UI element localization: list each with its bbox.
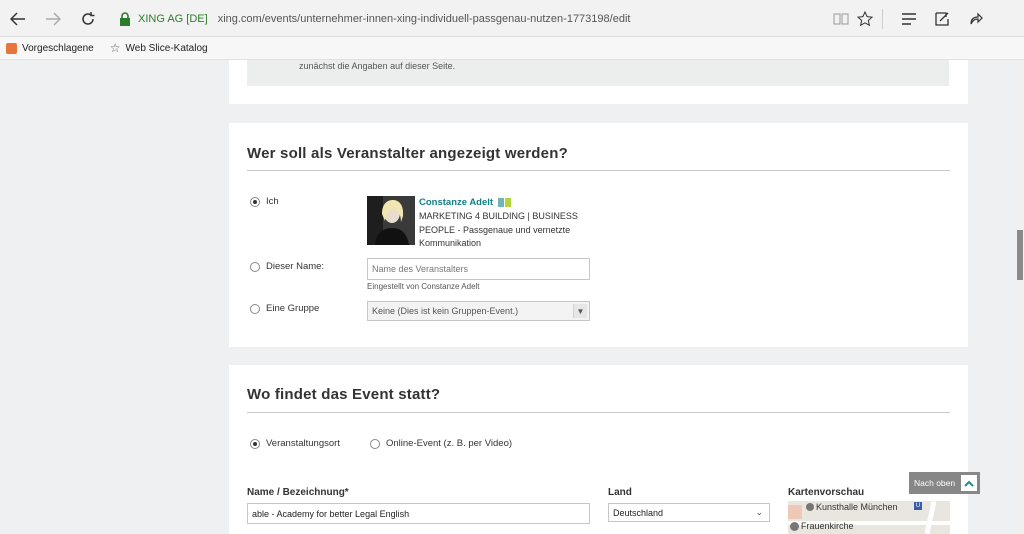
map-place-label: Kunsthalle München: [816, 502, 898, 512]
radio-organizer-name[interactable]: Dieser Name:: [250, 261, 324, 272]
map-label: Kartenvorschau: [788, 487, 865, 498]
refresh-icon[interactable]: [75, 6, 101, 32]
favorite-suggested[interactable]: Vorgeschlagene: [6, 42, 94, 54]
chevron-down-icon: ▼: [573, 304, 587, 318]
favorite-label: Web Slice-Katalog: [125, 42, 208, 54]
radio-button[interactable]: [250, 303, 260, 314]
museum-icon: [806, 503, 814, 511]
address-bar[interactable]: XING AG [DE] xing.com/events/unternehmer…: [118, 5, 878, 33]
divider: [247, 170, 950, 171]
radio-label: Ich: [266, 196, 279, 207]
organizer-name-input[interactable]: Name des Veranstalters: [367, 258, 590, 280]
organizer-heading: Wer soll als Veranstalter angezeigt werd…: [247, 145, 568, 162]
scrollbar-thumb[interactable]: [1017, 230, 1023, 280]
country-label: Land: [608, 487, 632, 498]
scroll-to-top-button[interactable]: Nach oben: [909, 472, 980, 494]
info-note-text: zunächst die Angaben auf dieser Seite.: [299, 61, 456, 71]
share-icon[interactable]: [964, 8, 988, 30]
group-select-value: Keine (Dies ist kein Gruppen-Event.): [372, 306, 519, 316]
radio-button[interactable]: [250, 438, 260, 449]
map-place-label: Frauenkirche: [801, 521, 854, 531]
suggested-sites-icon: [6, 42, 17, 54]
membership-badge-icon: [505, 198, 512, 207]
star-icon: ☆: [109, 41, 121, 55]
favorite-web-slice[interactable]: ☆ Web Slice-Katalog: [110, 41, 208, 55]
favorite-star-icon[interactable]: [853, 8, 877, 30]
site-identity: XING AG [DE]: [138, 13, 208, 25]
person-name[interactable]: Constanze Adelt: [419, 197, 493, 208]
browser-toolbar: XING AG [DE] xing.com/events/unternehmer…: [0, 0, 1024, 37]
membership-badge-icon: [498, 198, 505, 207]
location-card: Wo findet das Event statt? Veranstaltung…: [229, 365, 968, 534]
radio-button[interactable]: [250, 261, 260, 272]
organizer-name-hint: Eingestellt von Constanze Adelt: [367, 282, 480, 291]
page-scrollbar[interactable]: [1014, 60, 1024, 534]
map-block: [788, 505, 802, 519]
organizer-profile-link[interactable]: Constanze Adelt: [419, 197, 512, 208]
lock-icon: [120, 12, 130, 26]
map-street: [924, 501, 937, 534]
radio-button[interactable]: [370, 438, 380, 449]
venue-name-label: Name / Bezeichnung*: [247, 487, 349, 498]
radio-organizer-group[interactable]: Eine Gruppe: [250, 303, 319, 314]
chevron-down-icon: ⌄: [755, 507, 763, 517]
country-select-value: Deutschland: [613, 507, 664, 518]
divider: [247, 412, 950, 413]
map-place: Frauenkirche: [790, 521, 854, 531]
organizer-card: Wer soll als Veranstalter angezeigt werd…: [229, 123, 968, 347]
radio-button[interactable]: [250, 196, 260, 207]
chevron-up-icon: [961, 475, 977, 491]
map-place: Kunsthalle München: [806, 502, 898, 512]
web-note-icon[interactable]: [930, 8, 954, 30]
country-select[interactable]: Deutschland ⌄: [608, 503, 770, 522]
person-description: MARKETING 4 BUILDING | BUSINESS PEOPLE -…: [419, 211, 578, 248]
radio-label: Veranstaltungsort: [266, 438, 340, 449]
forward-arrow-icon[interactable]: [40, 6, 66, 32]
map-preview[interactable]: Kunsthalle München U Frauenkirche: [788, 501, 950, 534]
toolbar-separator: [882, 9, 883, 29]
group-select[interactable]: Keine (Dies ist kein Gruppen-Event.) ▼: [367, 301, 590, 321]
favorites-bar: Vorgeschlagene ☆ Web Slice-Katalog: [0, 37, 1024, 60]
reading-view-icon[interactable]: [829, 8, 853, 30]
radio-online[interactable]: Online-Event (z. B. per Video): [370, 438, 512, 449]
url-text[interactable]: xing.com/events/unternehmer-innen-xing-i…: [218, 13, 631, 25]
hub-icon[interactable]: [897, 8, 921, 30]
info-note: zunächst die Angaben auf dieser Seite.: [247, 60, 949, 86]
subway-icon: U: [914, 502, 922, 510]
favorite-label: Vorgeschlagene: [22, 42, 94, 54]
location-heading: Wo findet das Event statt?: [247, 386, 441, 403]
venue-name-input[interactable]: able - Academy for better Legal English: [247, 503, 590, 524]
radio-organizer-me[interactable]: Ich: [250, 196, 279, 207]
radio-label: Online-Event (z. B. per Video): [386, 438, 513, 449]
radio-venue[interactable]: Veranstaltungsort: [250, 438, 340, 449]
info-card: zunächst die Angaben auf dieser Seite.: [229, 60, 968, 104]
church-icon: [790, 521, 799, 531]
radio-label: Dieser Name:: [266, 261, 325, 272]
avatar[interactable]: [367, 196, 415, 245]
back-arrow-icon[interactable]: [5, 6, 31, 32]
scroll-to-top-label: Nach oben: [914, 478, 956, 488]
radio-label: Eine Gruppe: [266, 303, 320, 314]
